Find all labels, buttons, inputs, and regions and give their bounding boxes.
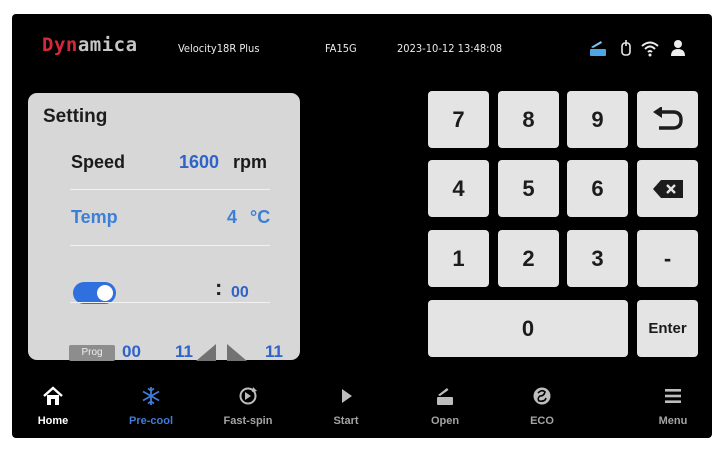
program-number[interactable]: 00 [122, 342, 141, 362]
nav-label: Fast-spin [223, 415, 273, 427]
nav-fast-spin[interactable]: Fast-spin [212, 386, 284, 434]
back-arrow-icon [652, 106, 683, 130]
speed-unit: rpm [233, 152, 268, 172]
speed-value[interactable]: 1600 [179, 152, 219, 173]
lid-open-icon [437, 388, 453, 405]
temp-label: Temp [71, 207, 118, 227]
decel-value[interactable]: 11 [265, 342, 283, 362]
nav-precool[interactable]: Pre-cool [115, 386, 187, 434]
nav-home[interactable]: Home [17, 386, 89, 434]
date-time: 2023-10-12 13:48:08 [397, 42, 503, 55]
device-screen: Dynamica Velocity18R Plus FA15G 2023-10-… [12, 14, 712, 438]
panel-title: Setting [43, 106, 108, 127]
model-name: Velocity18R Plus [178, 42, 260, 55]
fast-spin-icon [239, 387, 257, 405]
speed-label: Speed [71, 152, 126, 172]
accel-value[interactable]: 11 [175, 342, 193, 362]
timer-colon: : [215, 275, 223, 300]
back-button[interactable] [637, 91, 698, 148]
settings-panel: Setting Speed 1600 rpm Temp 4 °C : 00 Pr… [28, 93, 300, 362]
temp-unit: °C [250, 207, 271, 227]
toggle-knob [97, 285, 113, 301]
program-badge[interactable]: Prog [69, 345, 115, 361]
key-5[interactable]: 5 [498, 160, 559, 217]
divider [70, 302, 270, 303]
key-1[interactable]: 1 [428, 230, 489, 287]
nav-label: Open [430, 415, 460, 427]
nav-label: ECO [530, 415, 554, 427]
nav-label: Menu [658, 415, 688, 427]
key-2[interactable]: 2 [498, 230, 559, 287]
key-8[interactable]: 8 [498, 91, 559, 148]
key-4[interactable]: 4 [428, 160, 489, 217]
menu-icon [665, 389, 681, 403]
eco-icon [533, 387, 551, 405]
play-icon [342, 389, 352, 403]
user-icon[interactable] [668, 38, 688, 58]
key-0[interactable]: 0 [428, 300, 628, 357]
nav-eco[interactable]: ECO [506, 386, 578, 434]
timer-toggle[interactable] [73, 282, 116, 304]
nav-label: Home [37, 415, 69, 427]
key-7[interactable]: 7 [428, 91, 489, 148]
enter-button[interactable]: Enter [637, 300, 698, 357]
key-6[interactable]: 6 [567, 160, 628, 217]
key-minus[interactable]: - [637, 230, 698, 287]
nav-label: Pre-cool [128, 415, 173, 427]
wifi-icon [641, 41, 659, 57]
decel-ramp-icon [227, 344, 247, 361]
lid-open-icon [590, 41, 606, 56]
nav-open[interactable]: Open [409, 386, 481, 434]
delete-button[interactable] [637, 160, 698, 217]
nav-menu[interactable]: Menu [637, 386, 709, 434]
status-bar: Dynamica Velocity18R Plus FA15G 2023-10-… [12, 14, 712, 64]
nav-start[interactable]: Start [310, 386, 382, 434]
temp-value[interactable]: 4 [227, 207, 237, 228]
serial-number: FA15G [325, 42, 357, 55]
divider [70, 189, 270, 190]
timer-minutes[interactable]: 00 [231, 284, 249, 302]
key-3[interactable]: 3 [567, 230, 628, 287]
usb-icon [621, 40, 631, 56]
home-icon [43, 386, 63, 405]
key-9[interactable]: 9 [567, 91, 628, 148]
divider [70, 245, 270, 246]
accel-ramp-icon [196, 344, 216, 361]
backspace-icon [652, 179, 683, 198]
nav-label: Start [333, 415, 359, 427]
snowflake-icon [142, 387, 160, 405]
brand-logo: Dynamica [42, 34, 138, 56]
